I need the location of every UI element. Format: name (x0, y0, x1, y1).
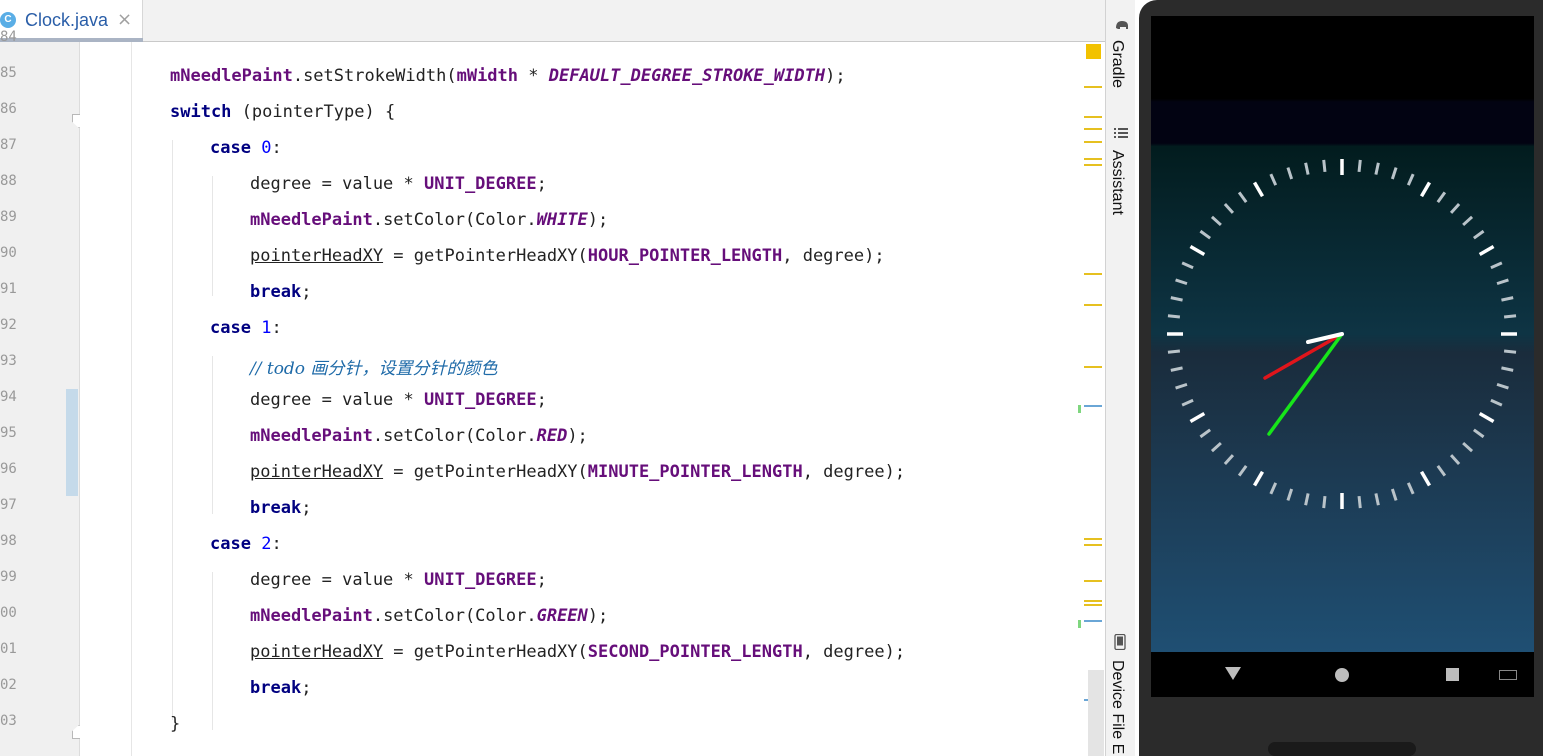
android-nav-bar (1151, 652, 1534, 697)
editor-tab-bar: C Clock.java × (0, 0, 1105, 42)
minute-tick (1167, 314, 1181, 319)
line-number-gutter[interactable]: 84 85 86 87 88 89 90 91 92 93 94 95 96 9… (0, 29, 80, 756)
code-line-98: case 2: (210, 534, 282, 554)
line-number: 88 (0, 173, 17, 189)
line-number: 02 (0, 677, 17, 693)
warning-stripe[interactable] (1084, 141, 1102, 143)
minute-tick (1322, 495, 1327, 509)
recents-icon[interactable] (1446, 668, 1459, 681)
keyboard-icon[interactable] (1499, 670, 1517, 680)
back-icon[interactable] (1225, 667, 1241, 680)
warning-stripe[interactable] (1084, 164, 1102, 166)
device-speaker (1268, 742, 1416, 756)
code-line-101: pointerHeadXY = getPointerHeadXY(SECOND_… (250, 642, 906, 662)
minute-tick (1503, 349, 1517, 354)
list-icon (1114, 127, 1130, 141)
line-number: 90 (0, 245, 17, 261)
warning-stripe[interactable] (1084, 273, 1102, 275)
code-line-97: break; (250, 498, 312, 518)
clock-view (1151, 16, 1534, 652)
line-number: 97 (0, 497, 17, 513)
code-line-100: mNeedlePaint.setColor(Color.GREEN); (250, 606, 609, 626)
code-line-102: break; (250, 678, 312, 698)
change-stripe[interactable] (1084, 405, 1102, 407)
warning-stripe[interactable] (1084, 600, 1102, 602)
warning-status-icon[interactable] (1086, 44, 1101, 59)
line-number: 99 (0, 569, 17, 585)
close-icon[interactable]: × (117, 9, 132, 30)
gradle-tool-window-button[interactable]: Gradle (1108, 40, 1126, 88)
minute-tick (1167, 349, 1181, 354)
line-number: 85 (0, 65, 17, 81)
warning-stripe[interactable] (1084, 86, 1102, 88)
code-line-93: // todo 画分针，设置分针的颜色 (250, 354, 497, 390)
minute-tick (1503, 314, 1517, 319)
right-margin-guide (131, 42, 132, 756)
code-line-95: mNeedlePaint.setColor(Color.RED); (250, 426, 588, 446)
added-line-marker (1078, 405, 1081, 413)
right-tool-window-bar: Gradle Assistant Device File E (1105, 0, 1135, 756)
line-number: 03 (0, 713, 17, 729)
added-line-marker (1078, 620, 1081, 628)
warning-stripe[interactable] (1084, 128, 1102, 130)
line-number: 01 (0, 641, 17, 657)
code-line-96: pointerHeadXY = getPointerHeadXY(MINUTE_… (250, 462, 906, 482)
code-line-85: mNeedlePaint.setStrokeWidth(mWidth * DEF… (170, 66, 846, 86)
code-line-87: case 0: (210, 138, 282, 158)
line-number: 89 (0, 209, 17, 225)
indent-guide (212, 176, 213, 296)
line-number: 94 (0, 389, 17, 405)
code-line-88: degree = value * UNIT_DEGREE; (250, 174, 547, 194)
assistant-tool-window-button[interactable]: Assistant (1108, 150, 1126, 215)
error-stripe[interactable] (1080, 42, 1105, 756)
line-number: 91 (0, 281, 17, 297)
emulator-screen[interactable] (1151, 16, 1534, 697)
editor-scrollbar-thumb[interactable] (1088, 670, 1104, 756)
java-class-icon: C (0, 12, 16, 28)
device-icon (1114, 633, 1130, 651)
line-number: 95 (0, 425, 17, 441)
indent-guide (212, 356, 213, 514)
line-number: 92 (0, 317, 17, 333)
code-line-92: case 1: (210, 318, 282, 338)
line-number: 84 (0, 29, 17, 45)
device-file-explorer-button[interactable]: Device File E (1108, 660, 1126, 754)
home-icon[interactable] (1335, 668, 1349, 682)
indent-guide (212, 572, 213, 730)
code-line-91: break; (250, 282, 312, 302)
line-number: 00 (0, 605, 17, 621)
line-number: 87 (0, 137, 17, 153)
vcs-change-marker[interactable] (66, 389, 78, 496)
code-line-94: degree = value * UNIT_DEGREE; (250, 390, 547, 410)
tab-clock-java[interactable]: C Clock.java × (0, 0, 143, 42)
minute-tick (1357, 495, 1362, 509)
minute-tick (1322, 159, 1327, 173)
code-line-103: } (170, 714, 181, 734)
gradle-elephant-icon (1114, 18, 1130, 32)
indent-guide (172, 140, 173, 720)
warning-stripe[interactable] (1084, 304, 1102, 306)
warning-stripe[interactable] (1084, 604, 1102, 606)
line-number: 86 (0, 101, 17, 117)
code-line-99: degree = value * UNIT_DEGREE; (250, 570, 547, 590)
warning-stripe[interactable] (1084, 538, 1102, 540)
tab-label: Clock.java (25, 10, 109, 30)
warning-stripe[interactable] (1084, 580, 1102, 582)
change-stripe[interactable] (1084, 620, 1102, 622)
line-number: 93 (0, 353, 17, 369)
todo-comment: // todo 画分针，设置分针的颜色 (250, 359, 498, 379)
code-line-90: pointerHeadXY = getPointerHeadXY(HOUR_PO… (250, 246, 885, 266)
warning-stripe[interactable] (1084, 158, 1102, 160)
minute-tick (1357, 159, 1362, 173)
line-number: 96 (0, 461, 17, 477)
warning-stripe[interactable] (1084, 366, 1102, 368)
warning-stripe[interactable] (1084, 544, 1102, 546)
warning-stripe[interactable] (1084, 116, 1102, 118)
code-line-86: switch (pointerType) { (170, 102, 396, 122)
code-line-89: mNeedlePaint.setColor(Color.WHITE); (250, 210, 609, 230)
line-number: 98 (0, 533, 17, 549)
